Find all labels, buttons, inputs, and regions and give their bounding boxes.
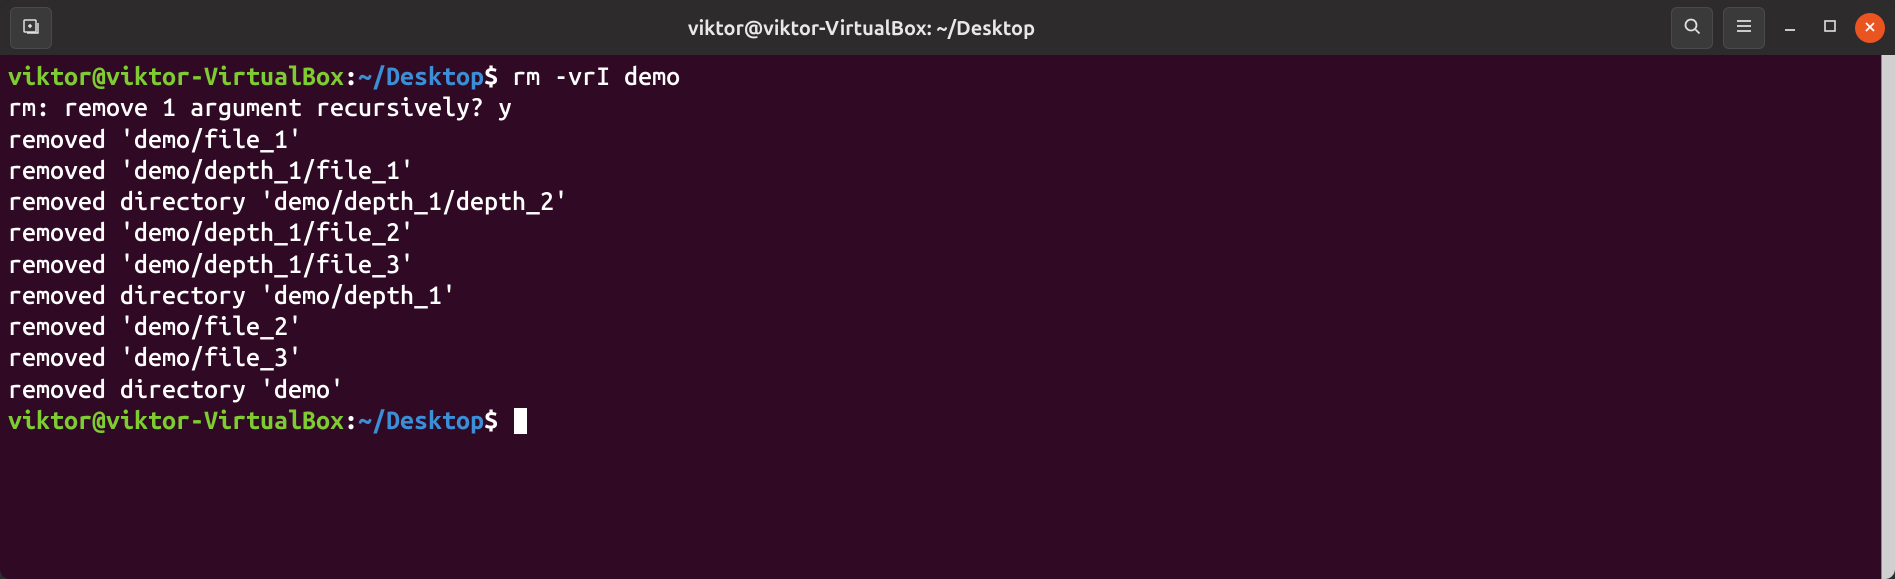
close-icon <box>1864 19 1876 37</box>
minimize-icon <box>1783 19 1797 37</box>
terminal-line: viktor@viktor-VirtualBox:~/Desktop$ rm -… <box>8 61 1873 92</box>
titlebar: viktor@viktor-VirtualBox: ~/Desktop <box>0 0 1895 55</box>
output-line: removed 'demo/file_3' <box>8 342 1873 373</box>
terminal-body[interactable]: viktor@viktor-VirtualBox:~/Desktop$ rm -… <box>0 55 1881 579</box>
titlebar-right-group <box>1671 7 1885 49</box>
output-line: removed directory 'demo/depth_1/depth_2' <box>8 186 1873 217</box>
output-line: removed 'demo/file_1' <box>8 124 1873 155</box>
output-line: rm: remove 1 argument recursively? y <box>8 92 1873 123</box>
prompt-colon: : <box>344 406 358 434</box>
new-tab-button[interactable] <box>10 7 52 49</box>
output-line: removed 'demo/depth_1/file_3' <box>8 249 1873 280</box>
cursor <box>514 408 527 434</box>
terminal-body-wrapper: viktor@viktor-VirtualBox:~/Desktop$ rm -… <box>0 55 1895 579</box>
prompt-user-host: viktor@viktor-VirtualBox <box>8 406 344 434</box>
output-line: removed 'demo/depth_1/file_2' <box>8 217 1873 248</box>
terminal-line: viktor@viktor-VirtualBox:~/Desktop$ <box>8 405 1873 436</box>
new-tab-icon <box>21 16 41 40</box>
titlebar-left-group <box>10 7 52 49</box>
prompt-colon: : <box>344 62 358 90</box>
terminal-window: viktor@viktor-VirtualBox: ~/Desktop <box>0 0 1895 579</box>
prompt-path: ~/Desktop <box>358 406 484 434</box>
scrollbar[interactable] <box>1881 55 1895 579</box>
output-line: removed directory 'demo/depth_1' <box>8 280 1873 311</box>
prompt-user-host: viktor@viktor-VirtualBox <box>8 62 344 90</box>
menu-icon <box>1734 16 1754 40</box>
prompt-path: ~/Desktop <box>358 62 484 90</box>
minimize-button[interactable] <box>1775 13 1805 43</box>
close-button[interactable] <box>1855 13 1885 43</box>
prompt-symbol: $ <box>484 62 498 90</box>
hamburger-menu-button[interactable] <box>1723 7 1765 49</box>
output-line: removed 'demo/file_2' <box>8 311 1873 342</box>
output-line: removed 'demo/depth_1/file_1' <box>8 155 1873 186</box>
search-icon <box>1682 16 1702 40</box>
maximize-button[interactable] <box>1815 13 1845 43</box>
window-title: viktor@viktor-VirtualBox: ~/Desktop <box>52 16 1671 39</box>
maximize-icon <box>1823 19 1837 37</box>
prompt-symbol: $ <box>484 406 498 434</box>
search-button[interactable] <box>1671 7 1713 49</box>
output-line: removed directory 'demo' <box>8 374 1873 405</box>
command-text: rm -vrI demo <box>498 62 680 90</box>
